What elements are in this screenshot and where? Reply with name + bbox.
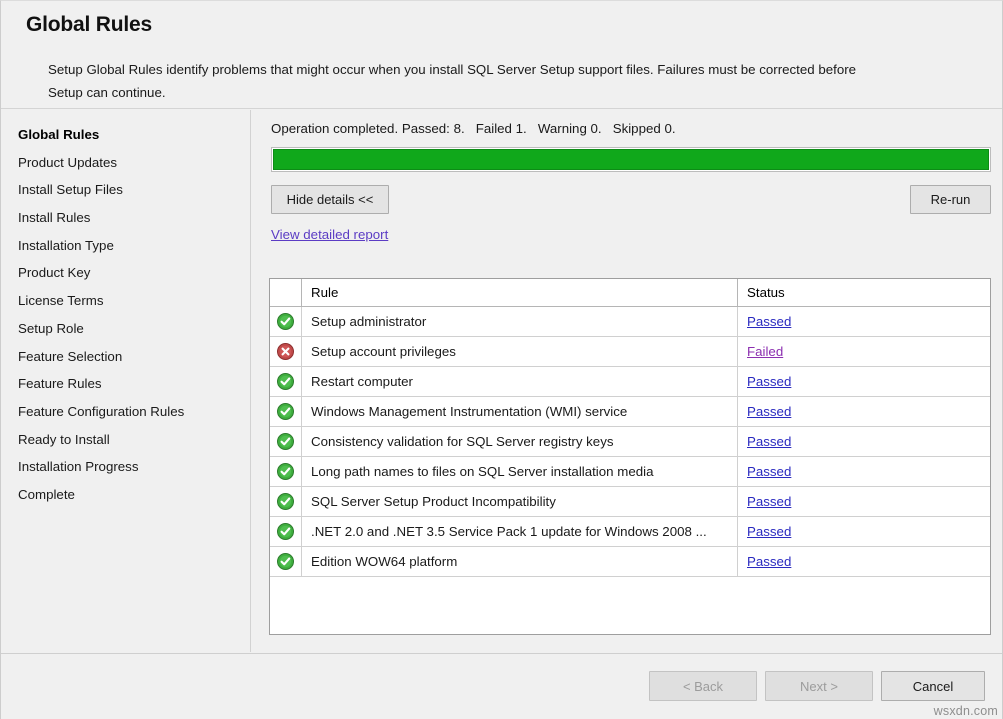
table-row: Consistency validation for SQL Server re… [270, 427, 990, 457]
rule-name-cell: .NET 2.0 and .NET 3.5 Service Pack 1 upd… [302, 517, 738, 546]
sidebar-item-feature-configuration-rules[interactable]: Feature Configuration Rules [1, 398, 250, 426]
rule-status-cell: Passed [738, 517, 990, 546]
page-title: Global Rules [26, 13, 152, 37]
view-detailed-report-link[interactable]: View detailed report [271, 227, 388, 242]
table-header-rule: Rule [302, 279, 738, 306]
sidebar-item-ready-to-install[interactable]: Ready to Install [1, 426, 250, 454]
rules-results-table: Rule Status Setup administratorPassedSet… [269, 278, 991, 635]
table-row: SQL Server Setup Product Incompatibility… [270, 487, 990, 517]
sidebar-item-installation-type[interactable]: Installation Type [1, 232, 250, 260]
check-circle-icon [277, 433, 294, 450]
status-link-passed[interactable]: Passed [747, 464, 791, 479]
table-body: Setup administrator Passed Setup account p… [270, 307, 990, 577]
error-circle-icon [277, 343, 294, 360]
sidebar-item-feature-selection[interactable]: Feature Selection [1, 343, 250, 371]
check-circle-icon [277, 373, 294, 390]
rule-name-cell: Setup administrator [302, 307, 738, 336]
row-status-icon-cell [270, 367, 302, 396]
progress-bar-fill [273, 149, 989, 170]
table-row: Edition WOW64 platform Passed [270, 547, 990, 577]
check-circle-icon [277, 403, 294, 420]
check-circle-icon [277, 523, 294, 540]
row-status-icon-cell [270, 337, 302, 366]
sidebar-item-product-key[interactable]: Product Key [1, 259, 250, 287]
wizard-footer: < Back Next > Cancel wsxdn.com [1, 653, 1003, 719]
check-circle-icon [277, 313, 294, 330]
rule-status-cell: Failed [738, 337, 990, 366]
sidebar-item-install-setup-files[interactable]: Install Setup Files [1, 176, 250, 204]
rule-name-cell: Long path names to files on SQL Server i… [302, 457, 738, 486]
status-link-passed[interactable]: Passed [747, 494, 791, 509]
rule-name-cell: Consistency validation for SQL Server re… [302, 427, 738, 456]
wizard-step-sidebar: Global RulesProduct UpdatesInstall Setup… [1, 110, 251, 652]
progress-bar [271, 147, 991, 172]
table-row: Windows Management Instrumentation (WMI)… [270, 397, 990, 427]
re-run-button[interactable]: Re-run [910, 185, 991, 214]
status-link-passed[interactable]: Passed [747, 374, 791, 389]
table-row: Setup account privileges Failed [270, 337, 990, 367]
rule-status-cell: Passed [738, 547, 990, 576]
rule-status-cell: Passed [738, 487, 990, 516]
main-content: Operation completed. Passed: 8. Failed 1… [252, 110, 1003, 652]
sidebar-item-license-terms[interactable]: License Terms [1, 287, 250, 315]
sql-server-setup-window: Global Rules Setup Global Rules identify… [0, 0, 1003, 719]
page-header: Global Rules Setup Global Rules identify… [1, 1, 1003, 109]
sidebar-item-complete[interactable]: Complete [1, 481, 250, 509]
rule-name-cell: Setup account privileges [302, 337, 738, 366]
status-link-passed[interactable]: Passed [747, 434, 791, 449]
table-row: Restart computer Passed [270, 367, 990, 397]
check-circle-icon [277, 553, 294, 570]
cancel-button[interactable]: Cancel [881, 671, 985, 701]
table-header-icon-cell [270, 279, 302, 306]
sidebar-item-setup-role[interactable]: Setup Role [1, 315, 250, 343]
sidebar-item-global-rules[interactable]: Global Rules [1, 121, 250, 149]
operation-status-text: Operation completed. Passed: 8. Failed 1… [271, 121, 676, 136]
sidebar-item-installation-progress[interactable]: Installation Progress [1, 453, 250, 481]
rule-name-cell: SQL Server Setup Product Incompatibility [302, 487, 738, 516]
row-status-icon-cell [270, 307, 302, 336]
table-header-row: Rule Status [270, 279, 990, 307]
status-link-passed[interactable]: Passed [747, 554, 791, 569]
sidebar-item-install-rules[interactable]: Install Rules [1, 204, 250, 232]
check-circle-icon [277, 463, 294, 480]
row-status-icon-cell [270, 427, 302, 456]
status-link-passed[interactable]: Passed [747, 404, 791, 419]
row-status-icon-cell [270, 547, 302, 576]
rule-status-cell: Passed [738, 367, 990, 396]
page-description: Setup Global Rules identify problems tha… [48, 58, 878, 104]
rule-status-cell: Passed [738, 457, 990, 486]
sidebar-item-feature-rules[interactable]: Feature Rules [1, 370, 250, 398]
table-row: .NET 2.0 and .NET 3.5 Service Pack 1 upd… [270, 517, 990, 547]
row-status-icon-cell [270, 487, 302, 516]
table-header-status: Status [738, 279, 990, 306]
status-link-failed[interactable]: Failed [747, 344, 783, 359]
status-link-passed[interactable]: Passed [747, 524, 791, 539]
table-row: Long path names to files on SQL Server i… [270, 457, 990, 487]
rule-status-cell: Passed [738, 397, 990, 426]
row-status-icon-cell [270, 457, 302, 486]
rule-name-cell: Restart computer [302, 367, 738, 396]
check-circle-icon [277, 493, 294, 510]
status-link-passed[interactable]: Passed [747, 314, 791, 329]
hide-details-button[interactable]: Hide details << [271, 185, 389, 214]
table-row: Setup administrator Passed [270, 307, 990, 337]
row-status-icon-cell [270, 397, 302, 426]
rule-name-cell: Windows Management Instrumentation (WMI)… [302, 397, 738, 426]
next-button[interactable]: Next > [765, 671, 873, 701]
rule-status-cell: Passed [738, 427, 990, 456]
watermark: wsxdn.com [934, 704, 998, 718]
back-button[interactable]: < Back [649, 671, 757, 701]
rule-status-cell: Passed [738, 307, 990, 336]
rule-name-cell: Edition WOW64 platform [302, 547, 738, 576]
sidebar-item-product-updates[interactable]: Product Updates [1, 149, 250, 177]
row-status-icon-cell [270, 517, 302, 546]
